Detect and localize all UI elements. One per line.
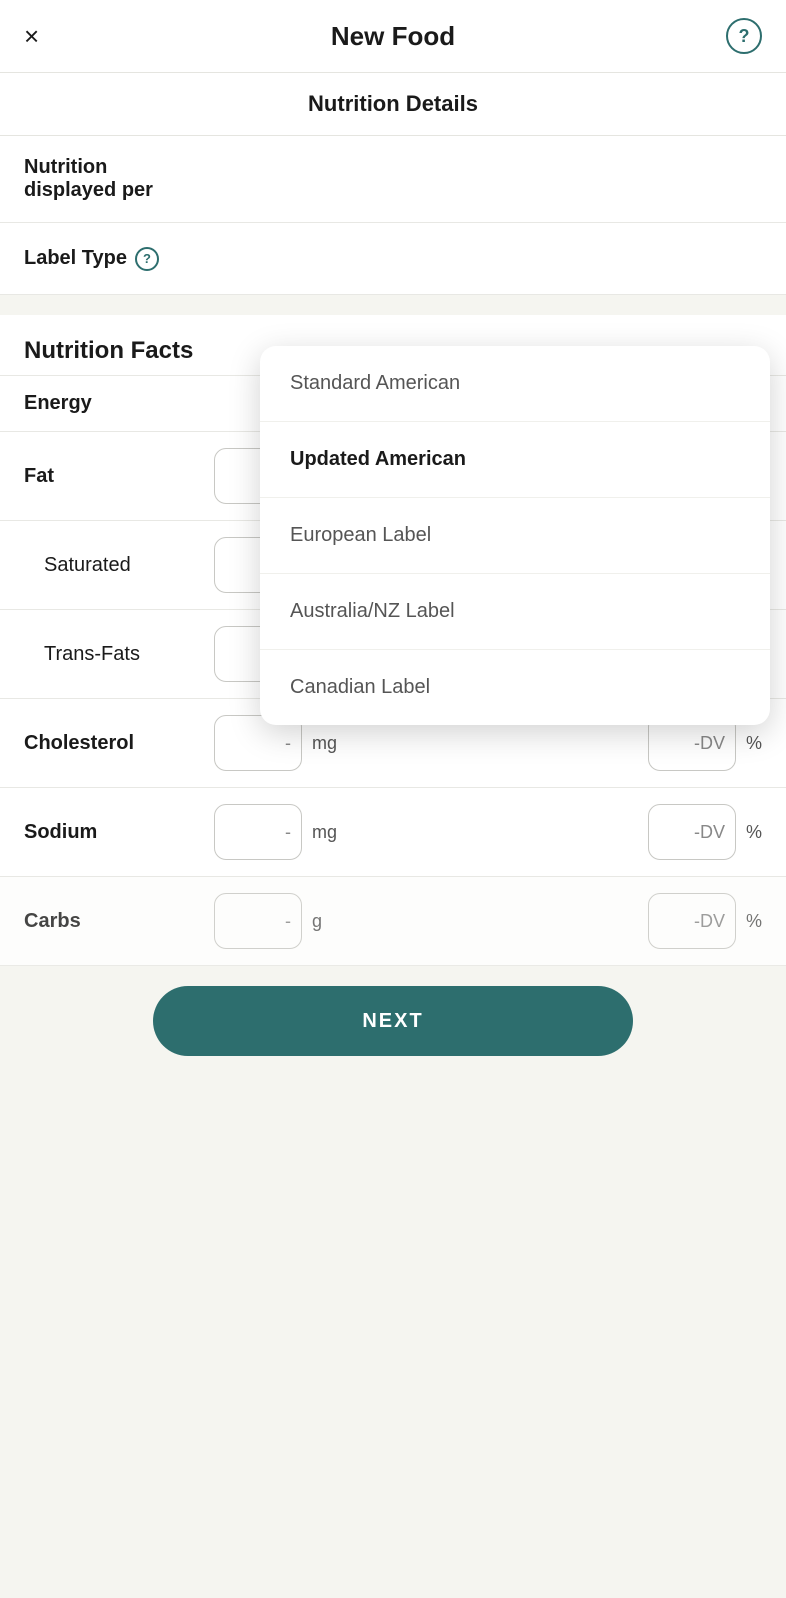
label-type-dropdown: Standard American Updated American Europ… [260,346,770,725]
cholesterol-unit: mg [312,733,342,754]
dropdown-option-standard-american[interactable]: Standard American [260,346,770,422]
carbs-dv-placeholder: -DV [694,911,725,932]
sodium-value-input[interactable]: - [214,804,302,860]
page-title: New Food [331,21,455,52]
carbs-value-placeholder: - [285,911,291,932]
sodium-value-placeholder: - [285,822,291,843]
carbs-percent-label: % [746,911,762,932]
energy-label: Energy [24,392,204,415]
label-type-help-icon[interactable]: ? [135,247,159,271]
nutrition-displayed-per-label: Nutritiondisplayed per [24,156,204,202]
sodium-row: Sodium - mg -DV % [0,788,786,877]
fat-label: Fat [24,465,204,488]
bottom-bar: NEXT [0,966,786,1092]
cholesterol-label: Cholesterol [24,732,204,755]
cholesterol-value-placeholder: - [285,733,291,754]
dropdown-option-australia-nz[interactable]: Australia/NZ Label [260,574,770,650]
carbs-row: Carbs - g -DV % [0,877,786,966]
sodium-dv-input[interactable]: -DV [648,804,736,860]
sodium-label: Sodium [24,821,204,844]
cholesterol-dv-placeholder: -DV [694,733,725,754]
saturated-label: Saturated [24,554,204,577]
help-button[interactable]: ? [726,18,762,54]
trans-fats-label: Trans-Fats [24,643,204,666]
close-button[interactable]: × [24,23,39,49]
section-title: Nutrition Details [0,73,786,136]
sodium-unit: mg [312,822,342,843]
sodium-percent-label: % [746,822,762,843]
sodium-dv-placeholder: -DV [694,822,725,843]
cholesterol-percent-label: % [746,733,762,754]
nutrition-displayed-per-row[interactable]: Nutritiondisplayed per [0,136,786,223]
dropdown-option-european-label[interactable]: European Label [260,498,770,574]
next-button[interactable]: NEXT [153,986,633,1056]
carbs-value-input[interactable]: - [214,893,302,949]
carbs-label: Carbs [24,910,204,933]
label-type-row[interactable]: Label Type ? [0,223,786,295]
carbs-dv-input[interactable]: -DV [648,893,736,949]
dropdown-option-canadian-label[interactable]: Canadian Label [260,650,770,725]
carbs-unit: g [312,911,342,932]
dropdown-option-updated-american[interactable]: Updated American [260,422,770,498]
app-header: × New Food ? [0,0,786,73]
label-type-label: Label Type [24,247,127,270]
main-content: Nutritiondisplayed per Label Type ? Nutr… [0,136,786,966]
section-gap-1 [0,295,786,315]
